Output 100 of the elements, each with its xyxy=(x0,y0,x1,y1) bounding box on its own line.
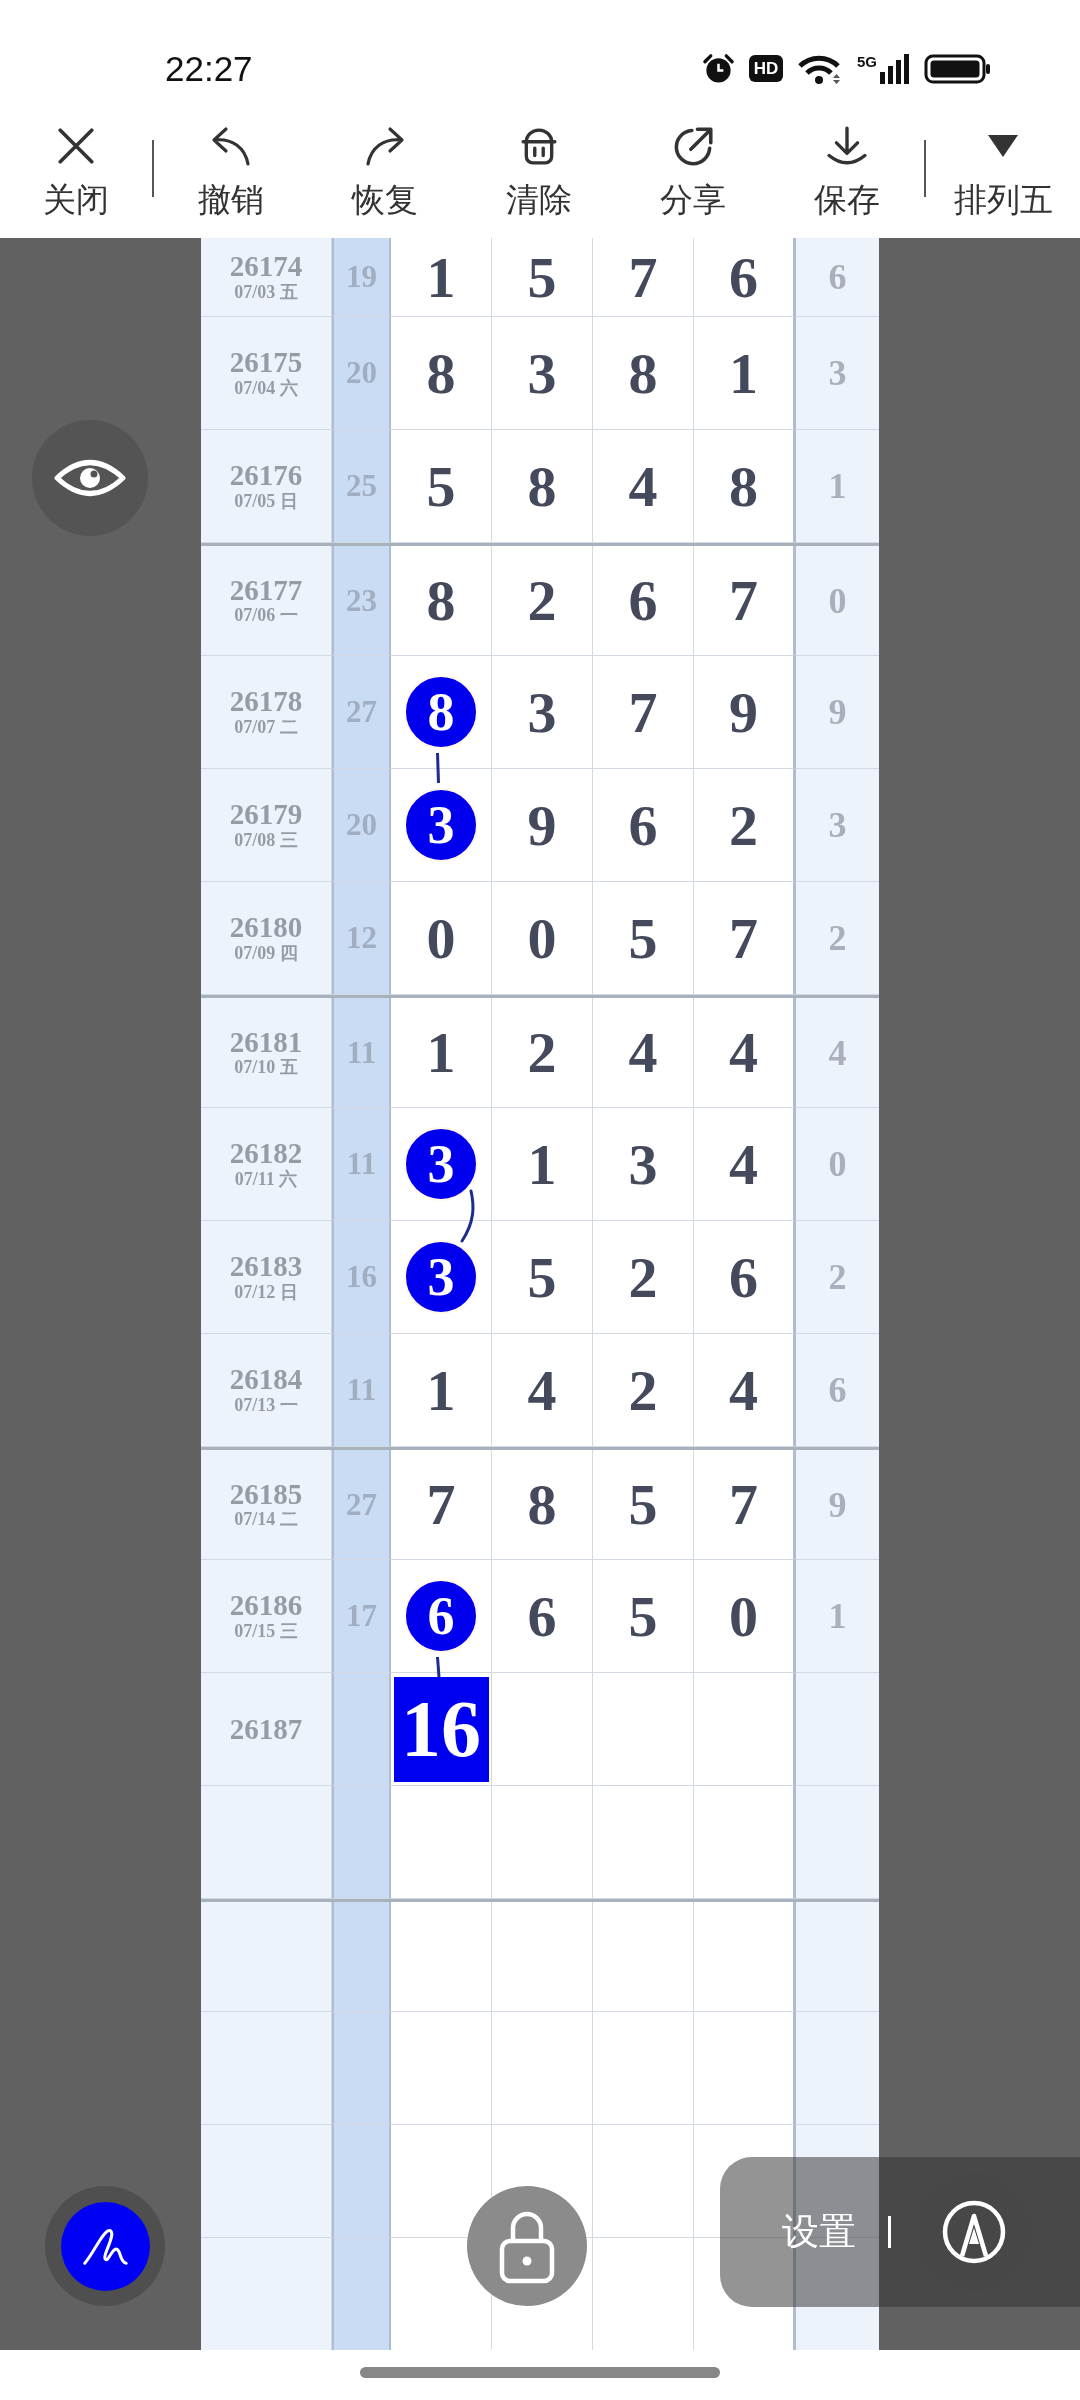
caret-icon xyxy=(987,134,1019,158)
issue-number: 26185 xyxy=(229,1478,303,1510)
table-cell: 9 xyxy=(694,656,796,769)
redo-button[interactable]: 恢复 xyxy=(308,115,462,219)
table-cell: 4 xyxy=(694,1334,796,1447)
pen-nib-icon xyxy=(942,2200,1006,2264)
issue-number: 26176 xyxy=(229,460,303,491)
issue-number: 26187 xyxy=(229,1713,303,1745)
table-cell: 1 xyxy=(694,317,796,430)
draw-date: 07/07 二 xyxy=(234,716,298,738)
draw-date: 07/10 五 xyxy=(234,1057,298,1079)
draw-date: 07/08 三 xyxy=(234,829,298,851)
battery-icon xyxy=(924,52,992,85)
save-button[interactable]: 保存 xyxy=(770,115,924,219)
draw-date: 07/13 一 xyxy=(234,1394,298,1416)
clear-button[interactable]: 清除 xyxy=(462,115,616,219)
table-cell: 4 xyxy=(694,998,796,1108)
table-cell: 2 xyxy=(796,882,879,995)
table-cell: 7 xyxy=(694,546,796,656)
bin-icon xyxy=(520,127,558,165)
table-cell: 4 xyxy=(796,998,879,1108)
table-cell: 5 xyxy=(492,1221,593,1334)
draw-date: 07/03 五 xyxy=(234,281,298,303)
status-time: 22:27 xyxy=(165,51,253,86)
draw-date: 07/12 日 xyxy=(234,1281,298,1303)
table-cell: 4 xyxy=(593,430,694,543)
table-cell: 1 xyxy=(796,1560,879,1673)
table-cell: 2 xyxy=(593,1334,694,1447)
table-cell: 3 xyxy=(593,1108,694,1221)
scribble-icon xyxy=(60,2201,150,2291)
number-ball: 6 xyxy=(404,1579,478,1653)
table-cell: 3 xyxy=(796,769,879,882)
undo-icon xyxy=(211,126,251,166)
table-cell: 1 xyxy=(796,430,879,543)
table-cell: 8 xyxy=(593,317,694,430)
close-button[interactable]: 关闭 xyxy=(0,115,152,219)
table-cell: 2 xyxy=(492,998,593,1108)
table-cell: 1 xyxy=(391,998,492,1108)
table-cell: 8 xyxy=(492,1450,593,1560)
table-cell: 6 xyxy=(694,238,796,317)
table-cell: 6 xyxy=(796,238,879,317)
draw-date: 07/09 四 xyxy=(234,942,298,964)
table-cell: 6 xyxy=(593,546,694,656)
network-type: 5G xyxy=(857,53,877,69)
draw-date: 07/05 日 xyxy=(234,490,298,512)
table-cell: 5 xyxy=(492,238,593,317)
issue-number: 26175 xyxy=(229,347,303,378)
issue-number: 26184 xyxy=(229,1364,303,1395)
table-cell: 1 xyxy=(492,1108,593,1221)
share-button[interactable]: 分享 xyxy=(616,115,770,219)
hd-indicator: HD xyxy=(749,55,783,82)
table-cell: 2 xyxy=(593,1221,694,1334)
table-cell: 2 xyxy=(492,546,593,656)
number-ball: 3 xyxy=(404,788,478,862)
table-cell: 1 xyxy=(391,1334,492,1447)
issue-number: 26178 xyxy=(229,686,303,717)
table-cell: 0 xyxy=(796,1108,879,1221)
highlight-box: 16 xyxy=(393,1676,489,1782)
issue-number: 26182 xyxy=(229,1138,303,1169)
table-cell: 7 xyxy=(391,1450,492,1560)
table-cell: 8 xyxy=(694,430,796,543)
table-cell: 9 xyxy=(796,1450,879,1560)
table-cell: 2 xyxy=(796,1221,879,1334)
table-cell: 0 xyxy=(492,882,593,995)
table-cell: 3 xyxy=(492,656,593,769)
table-cell: 3 xyxy=(492,317,593,430)
share-icon xyxy=(673,126,713,166)
undo-button[interactable]: 撤销 xyxy=(154,115,308,219)
table-cell: 7 xyxy=(694,1450,796,1560)
table-cell: 4 xyxy=(593,998,694,1108)
draw-date: 07/11 六 xyxy=(234,1168,298,1190)
table-cell: 5 xyxy=(391,430,492,543)
table-cell: 6 xyxy=(492,1560,593,1673)
dropdown-button[interactable]: 排列五 xyxy=(926,115,1080,219)
alarm-icon xyxy=(702,53,735,84)
draw-date: 07/15 三 xyxy=(234,1620,298,1642)
download-icon xyxy=(827,126,867,166)
number-ball: 3 xyxy=(404,1127,478,1201)
draw-date: 07/04 六 xyxy=(234,377,298,399)
issue-number: 26174 xyxy=(229,251,303,282)
table-cell: 9 xyxy=(492,769,593,882)
table-cell: 1 xyxy=(391,238,492,317)
redo-icon xyxy=(365,126,405,166)
table-cell: 8 xyxy=(391,317,492,430)
number-ball: 8 xyxy=(404,675,478,749)
issue-number: 26177 xyxy=(229,574,303,606)
table-cell: 6 xyxy=(796,1334,879,1447)
connector-line xyxy=(459,1190,475,1242)
table-cell: 8 xyxy=(391,546,492,656)
table-cell: 4 xyxy=(694,1108,796,1221)
table-cell: 7 xyxy=(593,656,694,769)
connector-line xyxy=(435,753,441,783)
issue-number: 26181 xyxy=(229,1026,303,1058)
draw-date: 07/06 一 xyxy=(234,605,298,627)
table-cell: 5 xyxy=(593,1450,694,1560)
table-cell: 9 xyxy=(796,656,879,769)
issue-number: 26180 xyxy=(229,912,303,943)
table-cell: 7 xyxy=(593,238,694,317)
draw-date: 07/14 二 xyxy=(234,1509,298,1531)
table-cell: 6 xyxy=(694,1221,796,1334)
